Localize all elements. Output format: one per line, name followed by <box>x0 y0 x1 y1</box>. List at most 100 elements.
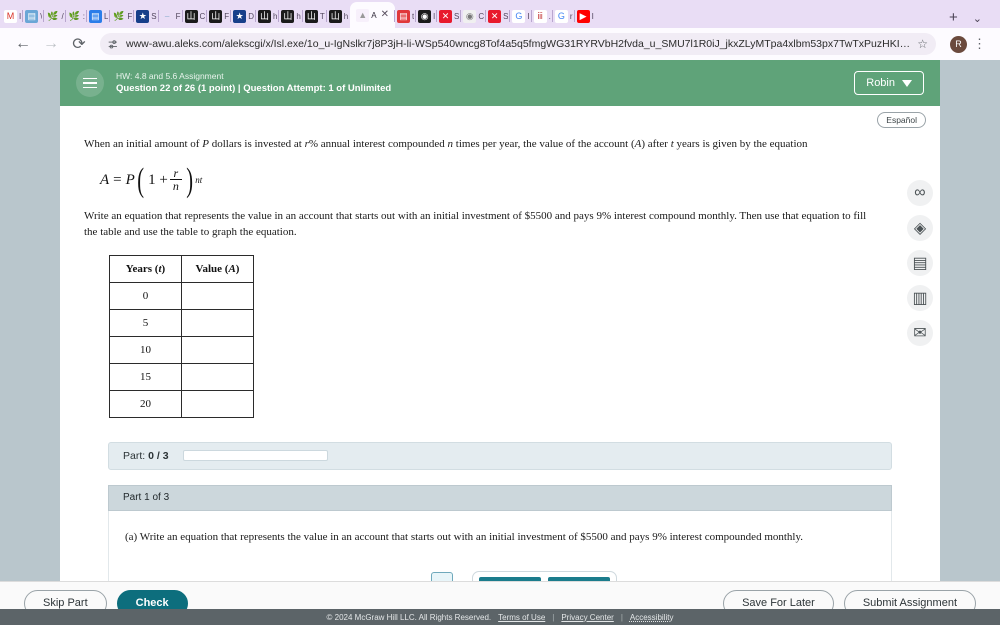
reload-button[interactable]: ⟳ <box>66 31 92 57</box>
notes-icon[interactable]: ▤ <box>907 250 933 276</box>
browser-tab[interactable]: GI <box>509 4 531 28</box>
page-backdrop: HW: 4.8 and 5.6 Assignment Question 22 o… <box>0 60 1000 625</box>
diamond-arrow-icon[interactable]: ◈ <box>907 215 933 241</box>
formula-A: A <box>100 171 110 188</box>
browser-tab[interactable]: ◉ l <box>415 4 437 28</box>
glasses-icon[interactable]: ∞ <box>907 180 933 206</box>
cell-years: 5 <box>109 308 182 337</box>
intro-seg-4: times per year, the value of the account… <box>453 138 635 150</box>
plant-icon: 🌿 <box>46 9 60 23</box>
tab-title: D <box>248 11 254 21</box>
new-tab-button[interactable]: + <box>942 10 965 25</box>
cell-years: 10 <box>109 335 182 364</box>
youtube-icon: ▶ <box>576 9 590 23</box>
column-header-years: Years (t) <box>109 254 182 283</box>
url-text[interactable]: www-awu.aleks.com/alekscgi/x/Isl.exe/1o_… <box>126 38 910 50</box>
copyright-text: © 2024 McGraw Hill LLC. All Rights Reser… <box>326 612 492 622</box>
tune-icon[interactable] <box>108 39 119 50</box>
cell-value[interactable] <box>181 389 254 418</box>
aleks-icon: ▲ <box>356 8 370 22</box>
cell-value[interactable] <box>181 335 254 364</box>
browser-tab[interactable]: ★ S <box>133 4 158 28</box>
bookmark-star-icon[interactable]: ☆ <box>917 37 928 51</box>
table-row: 20 <box>109 389 254 418</box>
browser-tab[interactable]: 山h <box>278 4 302 28</box>
browser-tab[interactable]: MI <box>2 4 23 28</box>
formula-fraction: r n <box>169 166 182 194</box>
browser-tab[interactable]: ▤ t <box>393 4 416 28</box>
browser-tab[interactable]: ⎯ F <box>157 4 183 28</box>
plant-icon: 🌿 <box>67 9 81 23</box>
compound-interest-formula: A = P ( 1 + r n ) nt <box>100 161 916 199</box>
browser-tab[interactable]: 山h <box>325 4 350 28</box>
browser-tab[interactable]: ▲ A ✕ <box>350 2 395 28</box>
browser-tab[interactable]: Gr <box>551 4 575 28</box>
part-prompt-text: (a) Write an equation that represents th… <box>125 530 804 543</box>
values-table: Years (t) Value (A) 0 5 10 15 20 <box>109 254 254 418</box>
question-status-line: Question 22 of 26 (1 point) | Question A… <box>116 83 392 95</box>
browser-tab[interactable]: ▶ I <box>573 4 596 28</box>
close-icon[interactable]: ✕ <box>381 10 389 20</box>
browser-tab[interactable]: 🌿 / <box>43 4 65 28</box>
mail-icon[interactable]: ✉ <box>907 320 933 346</box>
hamburger-icon[interactable] <box>76 69 104 97</box>
tab-title: t <box>411 11 415 21</box>
browser-tab[interactable]: 山C <box>181 4 208 28</box>
address-bar[interactable]: www-awu.aleks.com/alekscgi/x/Isl.exe/1o_… <box>100 33 936 55</box>
table-row: 15 <box>109 362 254 391</box>
user-menu-button[interactable]: Robin <box>854 71 924 95</box>
cell-value[interactable] <box>181 281 254 310</box>
language-row: Español <box>60 106 940 128</box>
calendar-icon: ▤ <box>396 9 410 23</box>
tab-title: : <box>82 11 85 21</box>
browser-tab[interactable]: ◉ C <box>460 4 486 28</box>
footer-separator-2: | <box>620 612 623 622</box>
photo-icon: ▤ <box>25 9 39 23</box>
table-row: 5 <box>109 308 254 337</box>
browser-tab[interactable]: ⅲ. <box>530 4 553 28</box>
browser-tab[interactable]: 山h <box>254 4 279 28</box>
browser-chrome: M I ▤ \ 🌿 / 🌿: ▤ L 🌿 F ★ S ⎯ F 山 C 山 F ★ D 山 h 山 h 山 T 山 h ▲ A ✕ ▤ t ◉ l ✕ S ◉… <box>0 0 1000 60</box>
browser-menu-icon[interactable]: ⋮ <box>969 36 990 52</box>
progress-track <box>182 450 328 462</box>
browser-tab[interactable]: 🌿: <box>64 4 87 28</box>
tab-title: C <box>478 11 485 21</box>
terms-of-use-link[interactable]: Terms of Use <box>498 613 545 622</box>
tab-title: r <box>569 11 573 21</box>
tab-title: h <box>296 11 301 21</box>
part-progress-bar: Part: 0 / 3 <box>108 441 892 470</box>
calculator-icon[interactable]: ▥ <box>907 285 933 311</box>
browser-tab[interactable]: 山T <box>301 4 327 28</box>
browser-tab[interactable]: ✕ S <box>435 4 461 28</box>
tab-title: S <box>503 11 509 21</box>
browser-tab[interactable]: 山F <box>206 4 231 28</box>
gmail-icon: M <box>4 9 17 23</box>
formula-exponent: nt <box>195 175 203 186</box>
browser-tab[interactable]: ★ D <box>230 4 256 28</box>
browser-tab[interactable]: 🌿 F <box>109 4 134 28</box>
table-row: 0 <box>109 281 254 310</box>
formula-P: P <box>125 171 135 188</box>
browser-tab[interactable]: ▤ L <box>85 4 110 28</box>
formula-one-plus: 1 + <box>148 171 168 188</box>
tab-title: F <box>224 11 230 21</box>
browser-tab[interactable]: ✕ S <box>485 4 510 28</box>
forward-button[interactable]: → <box>38 31 64 57</box>
formula-left-paren: ( <box>137 161 144 199</box>
chevron-down-icon <box>902 79 912 87</box>
part-count: 0 / 3 <box>148 449 169 462</box>
cell-value[interactable] <box>181 362 254 391</box>
privacy-center-link[interactable]: Privacy Center <box>561 613 613 622</box>
part-heading: Part 1 of 3 <box>108 484 892 511</box>
browser-tab[interactable]: ▤ \ <box>22 4 44 28</box>
intro-seg-1: When an initial amount of <box>84 138 203 150</box>
tab-search-chevron-down-icon[interactable]: ⌄ <box>965 12 990 25</box>
accessibility-link[interactable]: Accessibility <box>630 613 674 622</box>
tab-title: F <box>175 11 181 21</box>
profile-avatar[interactable]: R <box>950 35 967 53</box>
espanol-button[interactable]: Español <box>877 112 926 128</box>
cell-value[interactable] <box>181 308 254 337</box>
aleks-icon: 山 <box>209 9 223 23</box>
back-button[interactable]: ← <box>10 31 36 57</box>
tab-title: F <box>127 11 133 21</box>
